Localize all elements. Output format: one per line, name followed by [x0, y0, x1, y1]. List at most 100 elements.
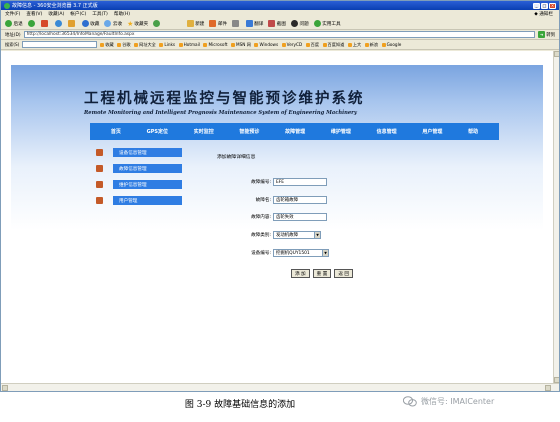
home-icon: [68, 20, 76, 27]
cloud-icon: [104, 20, 112, 27]
address-input[interactable]: http://localhost:36534/InfoManage/FaultI…: [23, 31, 536, 38]
menu-tools[interactable]: 工具(T): [92, 11, 108, 17]
nav-prognosis[interactable]: 智能预诊: [239, 128, 259, 135]
history-button[interactable]: [153, 20, 162, 27]
web-page: 工程机械远程监控与智能预诊维护系统 Remote Monitoring and …: [11, 65, 543, 383]
history-icon: [153, 20, 161, 27]
tools-icon: [313, 20, 321, 27]
toolbar: 后退 收藏 云收 ★ 收藏夹 新建 邮件 翻译 截图 问题 实用工具: [1, 18, 559, 30]
main-nav: 首页 GPS定位 实时监控 智能预诊 故障管理 维护管理 信息管理 用户管理 帮…: [90, 123, 499, 140]
qq-button[interactable]: 问题: [291, 20, 309, 27]
nav-home[interactable]: 首页: [111, 128, 121, 135]
fav-item[interactable]: Microsoft: [203, 42, 228, 47]
translate-icon: [245, 20, 253, 27]
undo-icon: [81, 20, 89, 27]
vertical-scrollbar[interactable]: [553, 51, 559, 383]
nav-users[interactable]: 用户管理: [422, 128, 442, 135]
sidebar-item: 故障信息管理: [96, 163, 182, 174]
cloud-button[interactable]: 云收: [104, 20, 122, 27]
home-button[interactable]: [68, 20, 77, 27]
menu-favorites[interactable]: 收藏(A): [48, 11, 64, 17]
scroll-up-icon[interactable]: [554, 51, 559, 57]
stop-button[interactable]: [41, 20, 50, 27]
nav-help[interactable]: 帮助: [468, 128, 478, 135]
bullet-icon: [96, 181, 103, 188]
mail-button[interactable]: 邮件: [209, 20, 227, 27]
sidebar-item-maintenance-info[interactable]: 维护信息管理: [113, 180, 182, 189]
reset-button[interactable]: 重 置: [312, 269, 332, 278]
browser-logo-icon: [4, 2, 10, 9]
fault-content-label: 故障内容:: [251, 215, 271, 220]
fav-item[interactable]: Windows: [254, 42, 278, 47]
chevron-down-icon: ▼: [314, 232, 320, 238]
sidebar: 设备信息管理 故障信息管理 维护信息管理 用户管理: [96, 147, 182, 211]
scroll-right-icon[interactable]: [545, 385, 551, 391]
fault-name-input[interactable]: 齿轮箱故障: [273, 196, 327, 204]
fav-item[interactable]: 收藏: [100, 42, 114, 48]
device-id-row: 设备编号: 挖掘机QUY1501 ▼: [226, 249, 329, 257]
forward-button[interactable]: [27, 20, 37, 27]
nav-gps[interactable]: GPS定位: [147, 128, 168, 135]
fault-type-row: 故障类别: 发动机故障 ▼: [226, 231, 321, 239]
go-button[interactable]: ➜ 转到: [538, 31, 555, 38]
menu-view[interactable]: 查看(V): [26, 11, 42, 17]
search-input[interactable]: [22, 41, 98, 48]
sidebar-item-fault-info[interactable]: 故障信息管理: [113, 164, 182, 173]
bookmark-icon: [347, 42, 352, 47]
fav-item[interactable]: 百度知道: [322, 42, 344, 48]
new-tab-button[interactable]: 新建: [186, 20, 204, 27]
fav-item[interactable]: 新浪: [364, 42, 378, 48]
menu-account[interactable]: 帐户(C): [70, 11, 86, 17]
fav-item[interactable]: 百度: [305, 42, 319, 48]
sidebar-item-device-info[interactable]: 设备信息管理: [113, 148, 182, 157]
forward-arrow-icon: [27, 20, 35, 27]
menu-help[interactable]: 帮助(H): [114, 11, 130, 17]
scissors-icon: [268, 20, 276, 27]
fav-item[interactable]: VeryCD: [281, 42, 302, 47]
print-button[interactable]: [232, 20, 241, 27]
refresh-button[interactable]: [54, 20, 64, 27]
nav-info[interactable]: 信息管理: [377, 128, 397, 135]
fault-id-input[interactable]: EFE: [273, 178, 327, 186]
screenshot-button[interactable]: 截图: [268, 20, 286, 27]
watermark: 微信号: IMAICenter: [403, 396, 494, 407]
bookmark-icon: [117, 42, 122, 47]
fav-item[interactable]: Links: [159, 42, 175, 47]
fav-item[interactable]: 网址大全: [134, 42, 156, 48]
menu-file[interactable]: 文件(F): [5, 11, 20, 17]
bookmark-icon: [381, 42, 386, 47]
fault-content-row: 故障内容: 齿轮失效: [226, 213, 327, 221]
back-button[interactable]: 后退: [5, 20, 23, 27]
fav-item[interactable]: 谷歌: [117, 42, 131, 48]
practical-tools-button[interactable]: 实用工具: [313, 20, 341, 27]
fault-type-select[interactable]: 发动机故障 ▼: [273, 231, 321, 239]
device-id-select[interactable]: 挖掘机QUY1501 ▼: [273, 249, 329, 257]
fav-item[interactable]: Hotmail: [178, 42, 200, 47]
collect-button[interactable]: ★ 收藏夹: [127, 20, 148, 28]
fav-item[interactable]: Google: [381, 42, 401, 47]
maximize-button[interactable]: □: [541, 2, 548, 9]
fav-item[interactable]: MSN 网: [231, 42, 251, 48]
menu-bar: 文件(F) 查看(V) 收藏(A) 帐户(C) 工具(T) 帮助(H) ◆ 通知…: [1, 10, 559, 18]
add-button[interactable]: 添 加: [291, 269, 310, 278]
bookmark-icon: [305, 42, 310, 47]
sidebar-item-user-manage[interactable]: 用户管理: [113, 196, 182, 205]
minimize-button[interactable]: _: [533, 2, 540, 9]
qq-icon: [291, 20, 298, 27]
form-actions: 添 加 重 置 返 回: [291, 269, 356, 278]
horizontal-scrollbar[interactable]: [1, 383, 559, 391]
sidebar-item: 用户管理: [96, 195, 182, 206]
nav-fault[interactable]: 故障管理: [285, 128, 305, 135]
fault-content-input[interactable]: 齿轮失效: [273, 213, 327, 221]
scroll-left-icon[interactable]: [2, 385, 8, 391]
form-title: 添加故障详细信息: [217, 155, 256, 160]
translate-button[interactable]: 翻译: [245, 20, 263, 27]
notification-bar[interactable]: ◆ 通知栏: [534, 11, 553, 17]
bookmark-icon: [178, 42, 183, 47]
favorites-button[interactable]: 收藏: [81, 20, 99, 27]
back-button[interactable]: 返 回: [334, 269, 353, 278]
fav-item[interactable]: 上大: [347, 42, 361, 48]
nav-maintenance[interactable]: 维护管理: [331, 128, 351, 135]
nav-monitor[interactable]: 实时监控: [194, 128, 214, 135]
close-button[interactable]: ×: [549, 2, 556, 9]
